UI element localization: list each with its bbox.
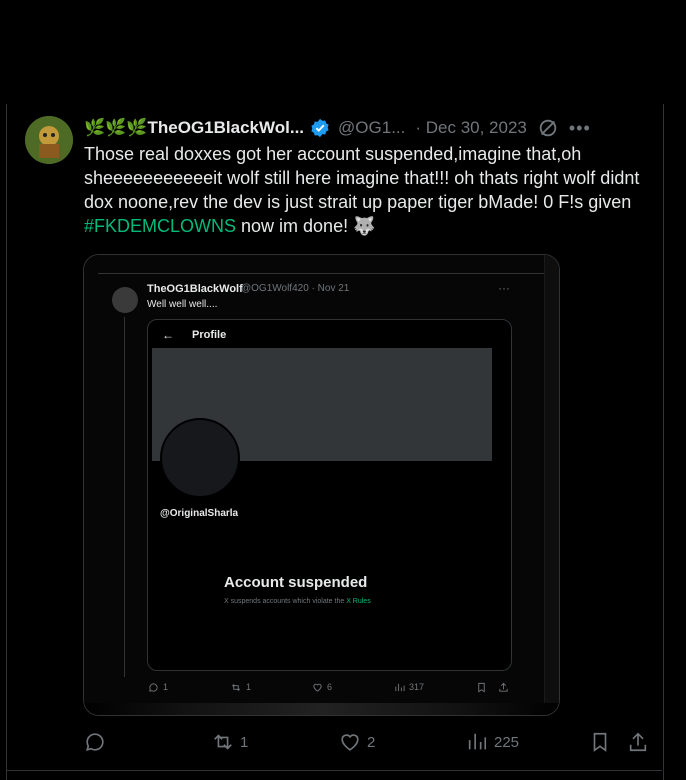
repost-count: 1 (240, 733, 249, 751)
handle[interactable]: @OG1... (338, 118, 405, 138)
more-icon[interactable]: ••• (569, 118, 591, 139)
embedded-avatar (112, 287, 138, 313)
top-bar (0, 0, 686, 104)
repost-button[interactable]: 1 (212, 731, 248, 753)
embedded-share (498, 682, 509, 693)
embedded-text: Well well well.... (147, 299, 218, 310)
embedded-like: 6 (312, 682, 332, 693)
rules-link: X Rules (346, 598, 371, 605)
reply-icon (85, 733, 104, 751)
tweet-text-part1: Those real doxxes got her account suspen… (84, 144, 640, 212)
views-count: 225 (494, 733, 520, 751)
display-name[interactable]: TheOG1BlackWol... (148, 118, 305, 138)
avatar[interactable] (25, 116, 73, 164)
embedded-author-name: TheOG1BlackWolf (147, 283, 243, 295)
views-icon (468, 733, 487, 750)
embedded-views-icon (395, 683, 405, 691)
tweet-text: Those real doxxes got her account suspen… (84, 142, 649, 238)
avatar-image-icon (25, 116, 73, 164)
suspended-title: Account suspended (224, 574, 368, 591)
embedded-repost-icon (232, 683, 240, 691)
back-arrow-icon: ← (162, 328, 174, 342)
bookmark-icon (593, 732, 607, 752)
repost-icon (214, 734, 232, 750)
embedded-reply-icon (149, 682, 158, 692)
grok-icon[interactable] (537, 117, 559, 139)
embedded-repost-count: 1 (246, 682, 252, 692)
views-button[interactable]: 225 (466, 731, 519, 753)
profile-handle: @OriginalSharla (160, 508, 239, 519)
thread-line (124, 317, 125, 677)
bookmark-button[interactable] (589, 731, 611, 753)
embedded-bookmark-icon (478, 682, 485, 692)
embedded-like-icon (313, 683, 322, 692)
embedded-actions: 1 1 6 317 (144, 679, 514, 695)
tweet-text-part2: now im done! 🐺 (236, 216, 376, 236)
reply-button[interactable] (84, 731, 112, 753)
like-count: 2 (367, 733, 376, 751)
suspended-sub-text: X suspends accounts which violate the (224, 598, 347, 605)
embedded-views-count: 317 (409, 682, 425, 692)
profile-title: Profile (192, 329, 227, 341)
bottom-divider (6, 770, 662, 771)
embedded-reply: 1 (148, 682, 168, 693)
tweet[interactable]: 🌿🌿🌿 TheOG1BlackWol... @OG1... · Dec 30, … (6, 104, 664, 780)
name-emojis: 🌿🌿🌿 (84, 118, 148, 137)
embedded-bottom-strip (84, 703, 559, 715)
share-icon (629, 732, 647, 752)
right-pane (544, 255, 559, 715)
embedded-like-count: 6 (327, 682, 333, 692)
embedded-more-icon: ··· (498, 281, 510, 295)
verified-icon (311, 118, 329, 138)
embedded-repost: 1 (230, 682, 251, 693)
tweet-actions: 1 2 225 (84, 728, 649, 756)
embedded-screenshot: TheOG1BlackWolf @OG1Wolf420 · Nov 21 ···… (84, 255, 559, 715)
suspended-subtitle: X suspends accounts which violate the X … (224, 598, 371, 605)
embedded-bookmark (476, 682, 487, 693)
embedded-views: 317 (394, 682, 424, 693)
divider (98, 273, 546, 274)
embedded-profile: ← Profile @OriginalSharla Account suspen… (147, 319, 512, 671)
like-icon (341, 734, 359, 751)
hashtag-link[interactable]: #FKDEMCLOWNS (84, 216, 236, 236)
embedded-author-meta: @OG1Wolf420 · Nov 21 (241, 283, 350, 294)
profile-topbar: ← Profile (152, 324, 492, 348)
profile-avatar (160, 418, 240, 498)
tweet-header: 🌿🌿🌿 TheOG1BlackWol... @OG1... · Dec 30, … (84, 116, 649, 140)
embedded-share-icon (499, 682, 508, 692)
share-button[interactable] (627, 731, 649, 753)
embedded-reply-count: 1 (163, 682, 169, 692)
tweet-date[interactable]: · Dec 30, 2023 (415, 118, 527, 138)
like-button[interactable]: 2 (339, 731, 375, 753)
tweet-media[interactable]: TheOG1BlackWolf @OG1Wolf420 · Nov 21 ···… (83, 254, 560, 716)
